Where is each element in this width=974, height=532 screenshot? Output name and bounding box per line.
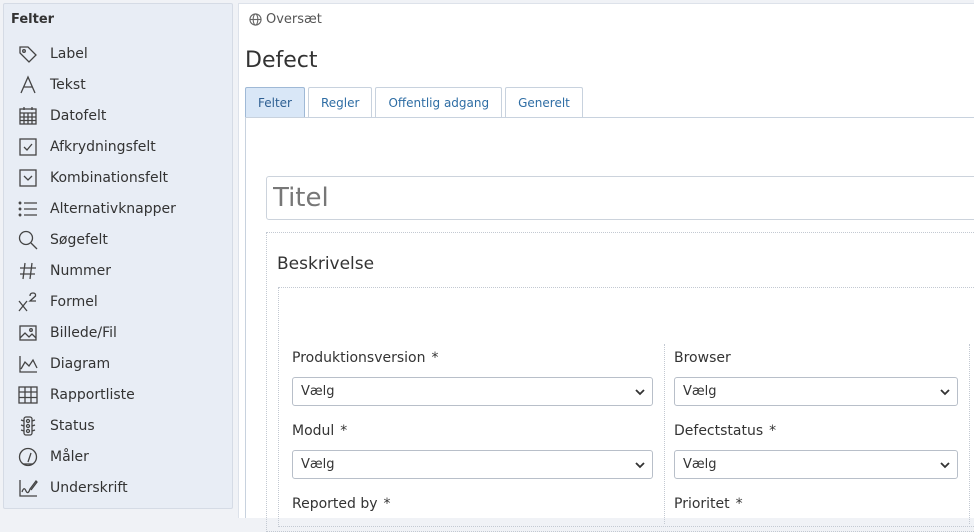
chevron-down-icon <box>939 386 951 398</box>
signature-icon <box>17 477 39 499</box>
sidebar-item-label-text: Underskrift <box>50 479 128 496</box>
search-icon <box>17 229 39 251</box>
table-icon <box>17 384 39 406</box>
sidebar-item-label-text: Tekst <box>50 76 86 93</box>
form-designer: Oversæt Defect Felter Regler Offentlig a… <box>238 3 974 532</box>
sidebar-item-label-text: Billede/Fil <box>50 324 117 341</box>
sidebar-item-rapportliste[interactable]: Rapportliste <box>4 379 232 410</box>
sidebar-item-underskrift[interactable]: Underskrift <box>4 472 232 503</box>
traffic-light-icon <box>17 415 39 437</box>
sidebar-item-formel[interactable]: Formel <box>4 286 232 317</box>
fields-sidebar: Felter Label Tekst Datofelt Afkrydningsf… <box>3 3 233 509</box>
sidebar-item-label-text: Måler <box>50 448 89 465</box>
sidebar-item-nummer[interactable]: Nummer <box>4 255 232 286</box>
translate-link[interactable]: Oversæt <box>249 12 322 27</box>
sidebar-item-label-text: Nummer <box>50 262 111 279</box>
column-divider <box>664 344 665 524</box>
page-title: Defect <box>245 48 318 73</box>
title-input[interactable] <box>266 176 974 220</box>
sidebar-item-alternativknapper[interactable]: Alternativknapper <box>4 193 232 224</box>
sidebar-item-soegefelt[interactable]: Søgefelt <box>4 224 232 255</box>
chevron-down-icon <box>634 459 646 471</box>
sidebar-item-status[interactable]: Status <box>4 410 232 441</box>
sidebar-item-label-text: Rapportliste <box>50 386 135 403</box>
section-title: Beskrivelse <box>277 254 375 274</box>
field-label-reported-by: Reported by * <box>292 496 391 512</box>
sidebar-item-label-text: Kombinationsfelt <box>50 169 168 186</box>
sidebar-item-label-text: Søgefelt <box>50 231 108 248</box>
translate-label: Oversæt <box>266 12 322 27</box>
tab-offentlig-adgang[interactable]: Offentlig adgang <box>375 87 503 117</box>
tab-regler[interactable]: Regler <box>307 87 373 117</box>
sidebar-title: Felter <box>11 12 55 27</box>
sidebar-item-label-text: Formel <box>50 293 98 310</box>
content-border <box>245 117 246 518</box>
field-label-prioritet: Prioritet * <box>674 496 743 512</box>
checkbox-icon <box>17 136 39 158</box>
tag-icon <box>17 43 39 65</box>
sidebar-item-label[interactable]: Label <box>4 38 232 69</box>
sidebar-item-kombinationsfelt[interactable]: Kombinationsfelt <box>4 162 232 193</box>
sidebar-item-label-text: Datofelt <box>50 107 107 124</box>
sidebar-item-diagram[interactable]: Diagram <box>4 348 232 379</box>
browser-select[interactable]: Vælg <box>674 377 958 406</box>
field-label-defectstatus: Defectstatus * <box>674 423 777 439</box>
tab-divider <box>245 117 974 118</box>
sidebar-item-label-text: Afkrydningsfelt <box>50 138 156 155</box>
text-icon <box>17 74 39 96</box>
sidebar-item-datofelt[interactable]: Datofelt <box>4 100 232 131</box>
sidebar-item-label-text: Status <box>50 417 95 434</box>
field-label-browser: Browser <box>674 350 731 366</box>
sidebar-item-tekst[interactable]: Tekst <box>4 69 232 100</box>
sidebar-item-label-text: Alternativknapper <box>50 200 176 217</box>
dropdown-icon <box>17 167 39 189</box>
sidebar-item-maaler[interactable]: Måler <box>4 441 232 472</box>
sidebar-item-label-text: Label <box>50 45 88 62</box>
tab-generelt[interactable]: Generelt <box>505 87 583 117</box>
hash-icon <box>17 260 39 282</box>
list-icon <box>17 198 39 220</box>
formula-icon <box>17 291 39 313</box>
field-type-list: Label Tekst Datofelt Afkrydningsfelt Kom… <box>4 38 232 503</box>
tab-bar: Felter Regler Offentlig adgang Generelt <box>245 87 586 117</box>
sidebar-item-billede-fil[interactable]: Billede/Fil <box>4 317 232 348</box>
chart-icon <box>17 353 39 375</box>
modul-select[interactable]: Vælg <box>292 450 653 479</box>
tab-felter[interactable]: Felter <box>245 87 305 117</box>
calendar-icon <box>17 105 39 127</box>
gauge-icon <box>17 446 39 468</box>
produktionsversion-select[interactable]: Vælg <box>292 377 653 406</box>
sidebar-item-label-text: Diagram <box>50 355 111 372</box>
fields-container <box>278 287 974 527</box>
field-label-produktionsversion: Produktionsversion * <box>292 350 439 366</box>
globe-icon <box>249 13 262 26</box>
sidebar-item-afkrydningsfelt[interactable]: Afkrydningsfelt <box>4 131 232 162</box>
column-divider <box>969 344 970 524</box>
chevron-down-icon <box>939 459 951 471</box>
chevron-down-icon <box>634 386 646 398</box>
defectstatus-select[interactable]: Vælg <box>674 450 958 479</box>
image-icon <box>17 322 39 344</box>
field-label-modul: Modul * <box>292 423 348 439</box>
